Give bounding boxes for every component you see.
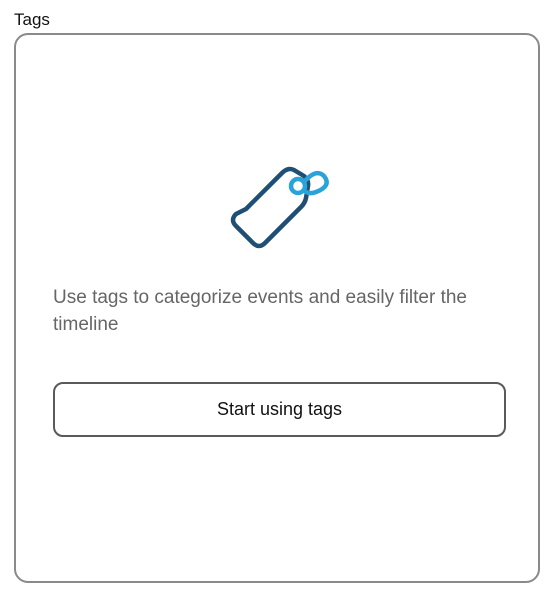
start-using-tags-button[interactable]: Start using tags	[53, 382, 506, 437]
empty-state-message: Use tags to categorize events and easily…	[53, 287, 468, 335]
section-title: Tags	[14, 10, 50, 29]
start-using-tags-button-label: Start using tags	[216, 399, 343, 419]
tag-icon	[230, 166, 329, 249]
